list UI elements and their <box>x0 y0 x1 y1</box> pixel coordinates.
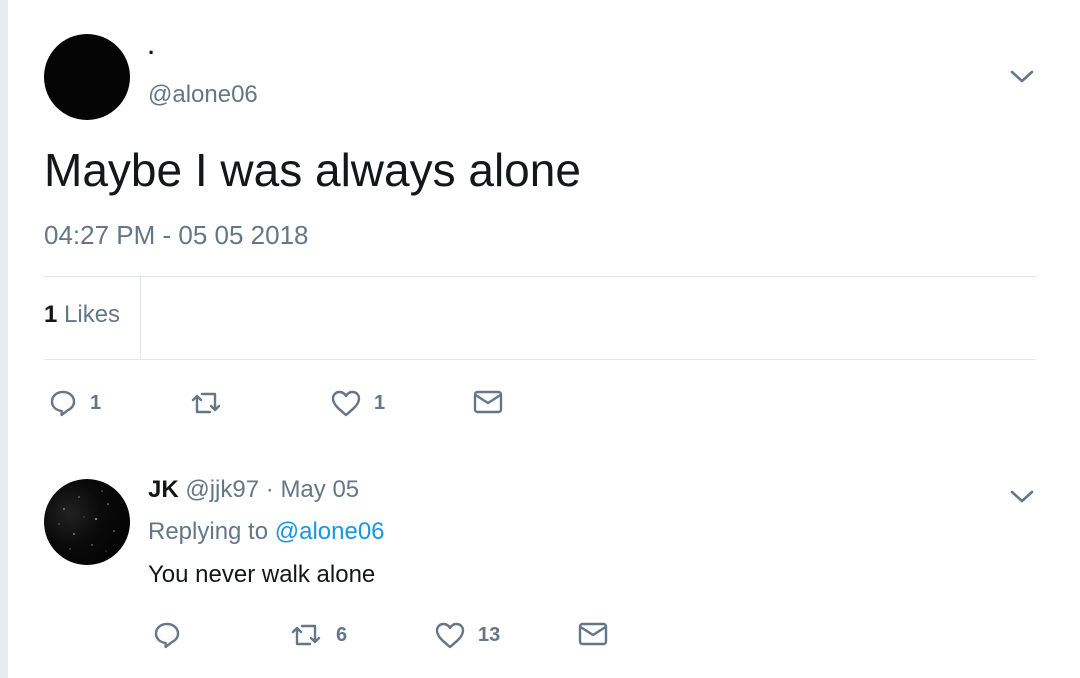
divider <box>44 276 1036 277</box>
stats-separator <box>140 277 141 359</box>
tweet-menu-button[interactable] <box>1008 63 1036 91</box>
like-count: 1 <box>374 391 386 414</box>
avatar[interactable] <box>44 34 130 120</box>
direct-message-button[interactable] <box>472 388 504 416</box>
user-handle[interactable]: @alone06 <box>148 80 258 110</box>
likes-count: 1 <box>44 301 58 328</box>
envelope-icon <box>473 390 503 414</box>
tweet-text: Maybe I was always alone <box>44 144 581 196</box>
reply-direct-message-button[interactable] <box>577 620 609 648</box>
window-left-edge <box>0 0 8 678</box>
envelope-icon <box>578 622 608 646</box>
replying-to-link[interactable]: @alone06 <box>275 518 385 545</box>
reply-handle[interactable]: @jjk97 <box>185 476 259 503</box>
reply-menu-button[interactable] <box>1008 483 1036 511</box>
reply-like-count: 13 <box>478 623 501 646</box>
reply-button[interactable]: 1 <box>48 388 101 418</box>
starfield-texture <box>58 490 115 552</box>
reply-reply-button[interactable] <box>152 620 194 650</box>
likes-label: Likes <box>64 301 121 328</box>
likes-stat[interactable]: 1 Likes <box>44 299 120 331</box>
retweet-icon <box>191 392 221 414</box>
reply-header: JK @jjk97 · May 05 <box>148 474 359 506</box>
tweet-timestamp[interactable]: 04:27 PM - 05 05 2018 <box>44 218 309 252</box>
reply-date[interactable]: May 05 <box>280 476 359 503</box>
chevron-down-icon <box>1010 490 1034 503</box>
heart-icon <box>331 390 361 417</box>
retweet-icon <box>291 624 321 646</box>
chevron-down-icon <box>1010 70 1034 83</box>
like-button[interactable]: 1 <box>330 388 385 418</box>
divider <box>44 359 1036 360</box>
reply-text: You never walk alone <box>148 561 376 588</box>
reply-count: 1 <box>90 391 102 414</box>
replying-prefix: Replying to <box>148 518 269 545</box>
reply-retweet-count: 6 <box>336 623 348 646</box>
reply-bubble-icon <box>50 390 76 417</box>
reply-display-name[interactable]: JK <box>148 476 179 503</box>
reply-like-button[interactable]: 13 <box>434 620 500 650</box>
heart-icon <box>435 622 465 649</box>
reply-bubble-icon <box>154 622 180 649</box>
retweet-button[interactable] <box>188 388 236 418</box>
reply-avatar[interactable] <box>44 479 130 565</box>
replying-to: Replying to @alone06 <box>148 516 385 548</box>
separator-dot: · <box>265 476 274 503</box>
display-name[interactable]: · <box>148 40 155 66</box>
reply-retweet-button[interactable]: 6 <box>288 620 347 650</box>
